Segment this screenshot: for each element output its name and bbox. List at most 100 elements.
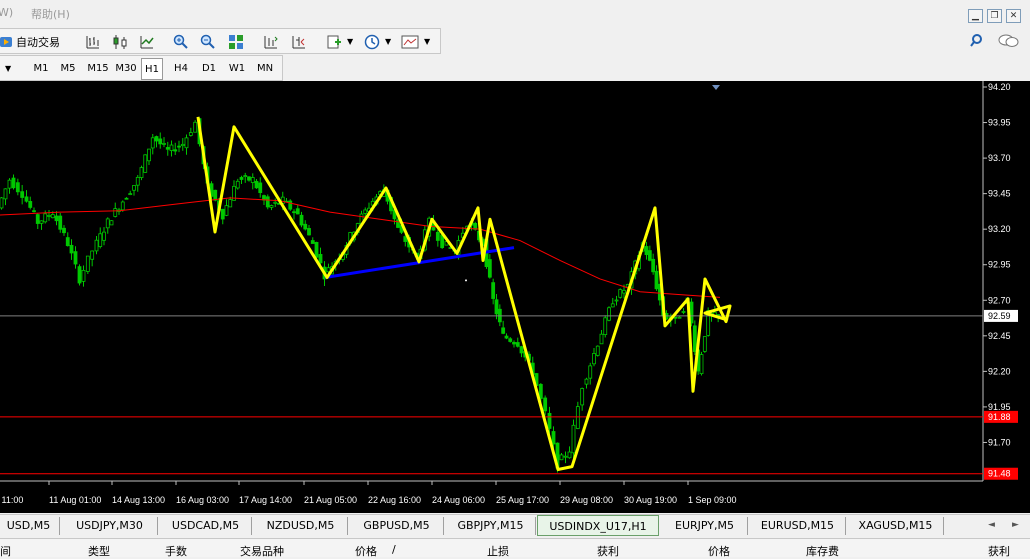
- bar-chart-button[interactable]: [83, 32, 103, 52]
- time-tick-label: 11 Aug 01:00: [49, 495, 101, 505]
- candle-body: [28, 201, 33, 208]
- candle-body: [494, 299, 499, 315]
- candle-body: [584, 378, 589, 385]
- zoom-in-button[interactable]: [171, 32, 191, 52]
- timeframe-mn[interactable]: MN: [253, 58, 277, 80]
- line-chart-button[interactable]: [137, 32, 157, 52]
- timeframe-m30[interactable]: M30: [113, 58, 139, 80]
- templates-button[interactable]: [399, 32, 419, 52]
- search-button[interactable]: [968, 31, 988, 51]
- menu-help[interactable]: 帮助(H): [31, 6, 70, 22]
- minimize-button[interactable]: ▁: [968, 9, 983, 23]
- indicators-button[interactable]: [324, 32, 344, 52]
- timeframe-h1[interactable]: H1: [141, 58, 163, 80]
- timeframe-w1[interactable]: W1: [225, 58, 249, 80]
- column-header[interactable]: 手数: [165, 543, 187, 559]
- column-header[interactable]: 类型: [88, 543, 110, 559]
- column-header[interactable]: /: [392, 543, 396, 556]
- chart-tab[interactable]: USD,M5: [0, 517, 60, 535]
- timeframe-h4[interactable]: H4: [169, 58, 193, 80]
- restore-button[interactable]: ❐: [987, 9, 1002, 23]
- chart-tab[interactable]: USDINDX_U17,H1: [537, 515, 659, 536]
- tile-windows-button[interactable]: [226, 32, 246, 52]
- chart-tab[interactable]: USDJPY,M30: [62, 517, 158, 535]
- candlestick-button[interactable]: [110, 32, 130, 52]
- candle-body: [501, 327, 506, 334]
- candle-body: [173, 149, 178, 152]
- candle-body: [547, 412, 552, 429]
- chart-tab[interactable]: XAGUSD,M15: [848, 517, 944, 535]
- column-header[interactable]: 价格: [708, 543, 730, 559]
- chevron-down-icon[interactable]: ▼: [347, 37, 353, 46]
- column-header[interactable]: 获利: [597, 543, 619, 559]
- candle-body: [24, 196, 29, 202]
- chart-tab[interactable]: GBPUSD,M5: [350, 517, 444, 535]
- column-header[interactable]: 间: [0, 543, 11, 559]
- close-button[interactable]: ✕: [1006, 9, 1021, 23]
- auto-scroll-button[interactable]: [289, 32, 309, 52]
- candle-body: [39, 220, 44, 224]
- column-header[interactable]: 交易品种: [240, 543, 284, 559]
- timeframe-m5[interactable]: M5: [56, 58, 80, 80]
- candle-body: [508, 338, 513, 342]
- column-header[interactable]: 价格: [355, 543, 377, 559]
- candle-body: [139, 167, 144, 178]
- candle-body: [269, 205, 274, 208]
- menu-bar: W) 帮助(H) ▁ ❐ ✕: [0, 0, 1030, 26]
- candle-body: [396, 219, 400, 228]
- candle-body: [702, 336, 707, 352]
- chart-tab[interactable]: EURUSD,M15: [750, 517, 846, 535]
- column-header[interactable]: 库存费: [806, 543, 839, 559]
- candle-body: [610, 303, 615, 308]
- chart-window[interactable]: 94.20 93.95 93.70 93.45 93.20 92.95 92.70 92.45…: [0, 81, 1030, 513]
- chevron-down-icon[interactable]: ▼: [5, 64, 11, 73]
- level-price-label: 91.88: [988, 412, 1011, 422]
- candle-body: [515, 342, 520, 347]
- chart-tab[interactable]: EURJPY,M5: [662, 517, 748, 535]
- zoom-out-icon: [200, 34, 215, 49]
- chevron-down-icon[interactable]: ▼: [385, 37, 391, 46]
- price-tick-label: 94.20: [988, 82, 1011, 92]
- timeframe-m1[interactable]: M1: [29, 58, 53, 80]
- chat-button[interactable]: [995, 31, 1021, 51]
- auto-trade-button[interactable]: 自动交易: [0, 32, 60, 52]
- periods-button[interactable]: [362, 32, 382, 52]
- chart-tab[interactable]: GBPJPY,M15: [446, 517, 536, 535]
- chart-shift-button[interactable]: [261, 32, 281, 52]
- candle-body: [109, 220, 114, 226]
- candle-body: [3, 188, 8, 200]
- chart-tab[interactable]: USDCAD,M5: [160, 517, 252, 535]
- time-tick-label: 24 Aug 06:00: [432, 495, 485, 505]
- candle-body: [575, 406, 580, 429]
- zoom-out-button[interactable]: [198, 32, 218, 52]
- tab-scroll-right-icon[interactable]: ►: [1012, 520, 1019, 530]
- chart-tab[interactable]: NZDUSD,M5: [254, 517, 348, 535]
- candle-body: [491, 282, 496, 299]
- tab-scroll-left-icon[interactable]: ◄: [988, 520, 995, 530]
- chevron-down-icon[interactable]: ▼: [424, 37, 430, 46]
- candle-body: [504, 335, 509, 339]
- menu-window-fragment[interactable]: W): [0, 6, 13, 19]
- level-price-label: 91.48: [988, 469, 1011, 479]
- timeframe-group: ▼ M1 M5 M15 M30 H1 H4 D1 W1 MN: [0, 55, 283, 81]
- column-header[interactable]: 获利: [988, 543, 1010, 559]
- candle-body: [47, 215, 51, 217]
- candle-body: [98, 233, 103, 247]
- candle-body: [265, 196, 270, 208]
- column-header[interactable]: 止损: [487, 543, 509, 559]
- main-toolbar: 自动交易 ▼ ▼ ▼: [0, 28, 1030, 54]
- candle-body: [135, 176, 140, 186]
- chart-tabs: USD,M5 USDJPY,M30 USDCAD,M5 NZDUSD,M5 GBPUSD…: [0, 514, 1030, 537]
- timeframe-m15[interactable]: M15: [85, 58, 111, 80]
- price-chart[interactable]: 94.20 93.95 93.70 93.45 93.20 92.95 92.70 92.45…: [0, 81, 1030, 513]
- candle-body: [519, 346, 524, 354]
- candle-body: [62, 227, 66, 234]
- candle-body: [169, 144, 174, 151]
- price-tick-label: 92.70: [988, 295, 1011, 305]
- timeframe-d1[interactable]: D1: [197, 58, 221, 80]
- candle-body: [132, 185, 136, 191]
- candle-body: [559, 454, 564, 461]
- candle-body: [35, 214, 40, 224]
- terminal-column-headers: 间 类型 手数 交易品种 价格 / 止损 获利 价格 库存费 获利: [0, 538, 1030, 559]
- candle-body: [699, 354, 704, 375]
